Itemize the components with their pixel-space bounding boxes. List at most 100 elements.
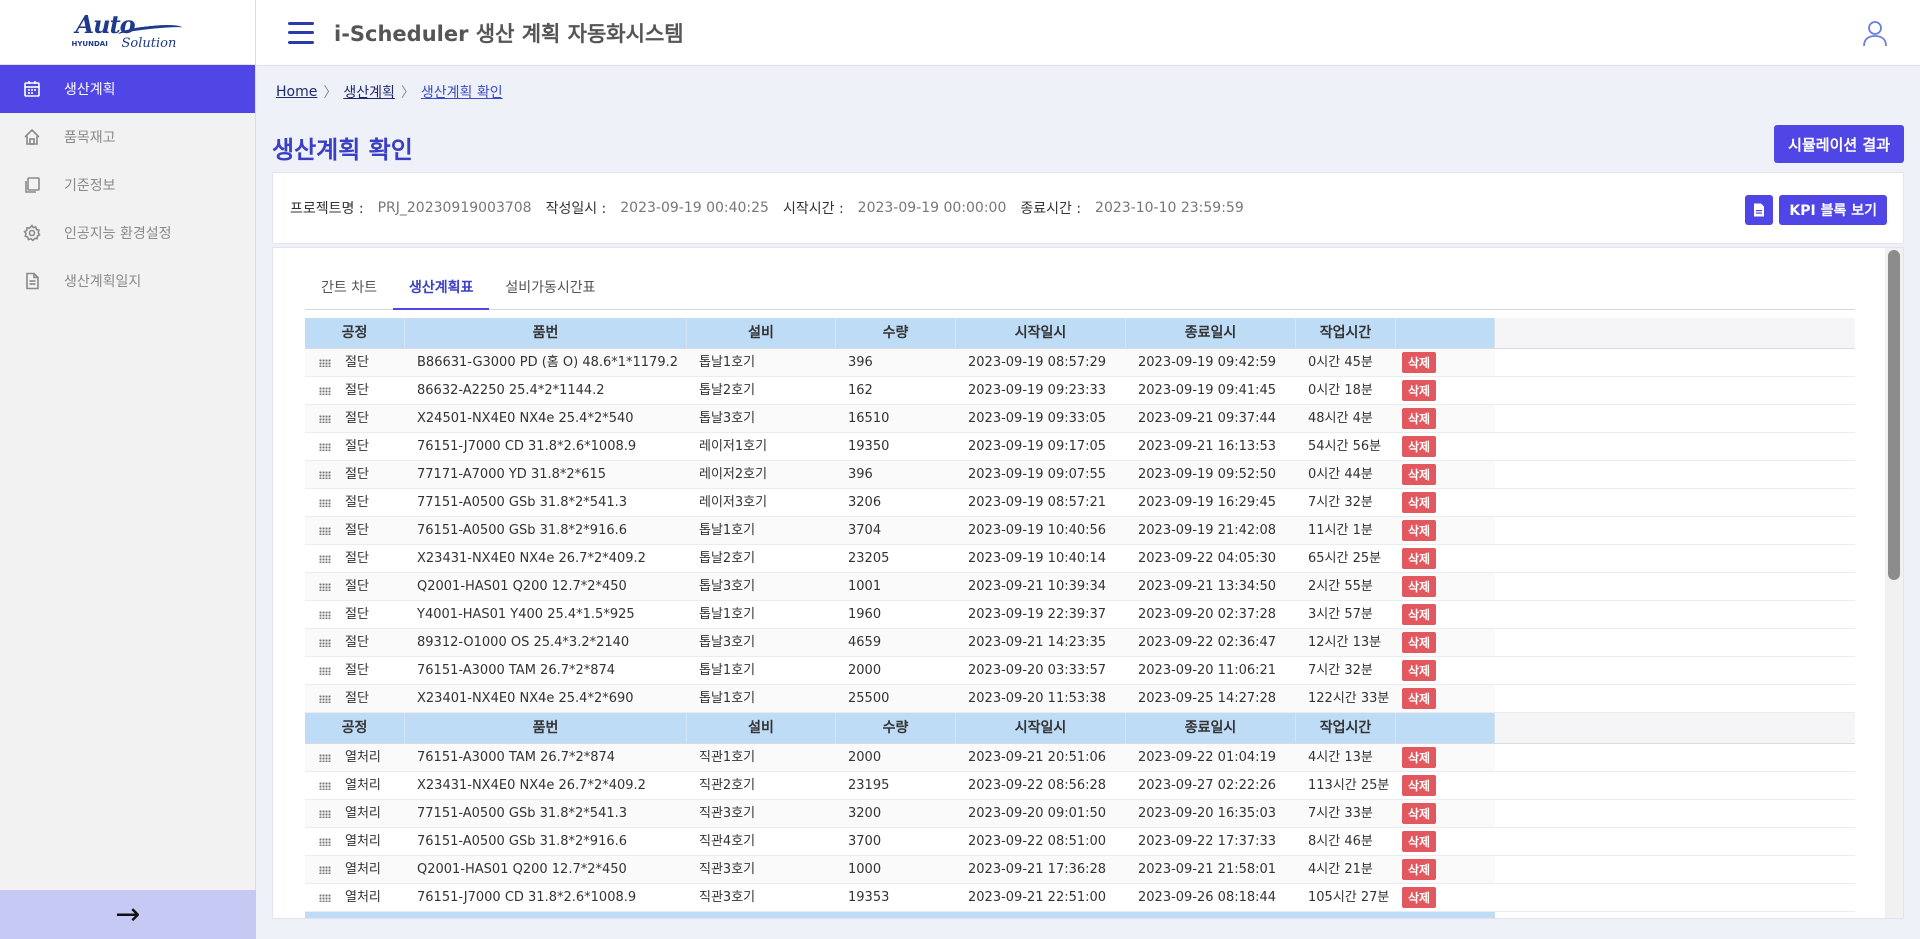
delete-button[interactable]: 삭제 (1402, 775, 1437, 796)
drag-handle-icon[interactable] (319, 471, 331, 479)
delete-button[interactable]: 삭제 (1402, 831, 1437, 852)
cell-work-time: 54시간 56분 (1296, 433, 1396, 460)
drag-handle-icon[interactable] (319, 667, 331, 675)
delete-button[interactable]: 삭제 (1402, 436, 1437, 457)
drag-handle-icon[interactable] (319, 838, 331, 846)
table-row[interactable]: 절단 89312-O1000 OS 25.4*3.2*2140 톱날3호기 4659 2… (305, 629, 1855, 657)
drag-handle-icon[interactable] (319, 810, 331, 818)
tab-production-plan-table[interactable]: 생산계획표 (392, 270, 490, 310)
table-row[interactable]: 절단 76151-J7000 CD 31.8*2.6*1008.9 레이저1호기 19… (305, 433, 1855, 461)
tab-gantt-chart[interactable]: 간트 차트 (305, 270, 393, 310)
delete-button[interactable]: 삭제 (1402, 688, 1437, 709)
drag-handle-icon[interactable] (319, 415, 331, 423)
cell-text: 2023-09-19 10:40:14 (968, 551, 1107, 566)
hamburger-menu-icon[interactable] (288, 21, 314, 44)
delete-button[interactable]: 삭제 (1402, 380, 1437, 401)
vertical-scrollbar[interactable] (1885, 248, 1903, 918)
drag-handle-icon[interactable] (319, 754, 331, 762)
cell-text: 0시간 44분 (1308, 467, 1373, 482)
table-row[interactable]: 절단 B86631-G3000 PD (홈 O) 48.6*1*1179.2 톱날1… (305, 349, 1855, 377)
table-row[interactable]: 열처리 76151-A0500 GSb 31.8*2*916.6 직관4호기 3700… (305, 828, 1855, 856)
delete-button[interactable]: 삭제 (1402, 660, 1437, 681)
drag-handle-icon[interactable] (319, 583, 331, 591)
table-row[interactable]: 열처리 X23431-NX4E0 NX4e 26.7*2*409.2 직관2호기 23… (305, 772, 1855, 800)
delete-button[interactable]: 삭제 (1402, 803, 1437, 824)
table-row[interactable]: 절단 X23431-NX4E0 NX4e 26.7*2*409.2 톱날2호기 232… (305, 545, 1855, 573)
cell-text: 2시간 55분 (1308, 579, 1373, 594)
column-header-work-time: 작업시간 (1296, 713, 1396, 743)
table-row[interactable]: 절단 Q2001-HAS01 Q200 12.7*2*450 톱날3호기 1001 20… (305, 573, 1855, 601)
delete-button[interactable]: 삭제 (1402, 632, 1437, 653)
delete-button[interactable]: 삭제 (1402, 859, 1437, 880)
kpi-block-view-button[interactable]: KPI 블록 보기 (1779, 195, 1887, 225)
table-row[interactable]: 절단 X23401-NX4E0 NX4e 25.4*2*690 톱날1호기 25500… (305, 685, 1855, 713)
breadcrumb-current[interactable]: 생산계획 확인 (421, 82, 503, 102)
table-row[interactable]: 절단 77151-A0500 GSb 31.8*2*541.3 레이저3호기 3206… (305, 489, 1855, 517)
delete-button[interactable]: 삭제 (1402, 887, 1437, 908)
drag-handle-icon[interactable] (319, 387, 331, 395)
table-row[interactable]: 절단 76151-A3000 TAM 26.7*2*874 톱날1호기 2000 202… (305, 657, 1855, 685)
scrollbar-thumb[interactable] (1888, 250, 1900, 580)
cell-part-number: X23431-NX4E0 NX4e 26.7*2*409.2 (405, 545, 687, 572)
tab-equipment-uptime-table[interactable]: 설비가동시간표 (489, 270, 611, 310)
delete-button[interactable]: 삭제 (1402, 548, 1437, 569)
table-row[interactable]: 열처리 76151-J7000 CD 31.8*2.6*1008.9 직관3호기 19… (305, 884, 1855, 912)
breadcrumb: Home 〉 생산계획 〉 생산계획 확인 (276, 82, 503, 102)
user-icon[interactable] (1860, 18, 1890, 48)
cell-text: 2023-09-21 21:58:01 (1138, 862, 1277, 877)
cell-quantity: 23205 (836, 545, 956, 572)
created-at-label: 작성일시 : (545, 201, 607, 217)
drag-handle-icon[interactable] (319, 894, 331, 902)
simulation-result-button[interactable]: 시뮬레이션 결과 (1774, 125, 1904, 163)
auto-solution-logo[interactable]: Auto HYUNDAI Solution (68, 10, 188, 52)
delete-button[interactable]: 삭제 (1402, 747, 1437, 768)
delete-button[interactable]: 삭제 (1402, 352, 1437, 373)
table-row[interactable]: 절단 86632-A2250 25.4*2*1144.2 톱날2호기 162 2023-… (305, 377, 1855, 405)
delete-button[interactable]: 삭제 (1402, 492, 1437, 513)
delete-button[interactable]: 삭제 (1402, 604, 1437, 625)
drag-handle-icon[interactable] (319, 359, 331, 367)
drag-handle-icon[interactable] (319, 527, 331, 535)
export-document-button[interactable] (1745, 195, 1774, 225)
table-row[interactable]: 절단 76151-A0500 GSb 31.8*2*916.6 톱날1호기 3704 2… (305, 517, 1855, 545)
delete-button[interactable]: 삭제 (1402, 464, 1437, 485)
drag-handle-icon[interactable] (319, 499, 331, 507)
table-row[interactable]: 절단 X24501-NX4E0 NX4e 25.4*2*540 톱날3호기 16510… (305, 405, 1855, 433)
table-row[interactable]: 절단 77171-A7000 YD 31.8*2*615 레이저2호기 396 2023… (305, 461, 1855, 489)
breadcrumb-home[interactable]: Home (276, 84, 317, 100)
drag-handle-icon[interactable] (319, 695, 331, 703)
sidebar-item-inventory[interactable]: 품목재고 (0, 113, 255, 161)
delete-button[interactable]: 삭제 (1402, 408, 1437, 429)
cell-text: 2000 (848, 750, 882, 765)
cell-process: 절단 (305, 601, 405, 628)
drag-handle-icon[interactable] (319, 866, 331, 874)
delete-button[interactable]: 삭제 (1402, 576, 1437, 597)
cell-text: 0시간 45분 (1308, 355, 1373, 370)
drag-handle-icon[interactable] (319, 555, 331, 563)
table-row[interactable]: 열처리 76151-A3000 TAM 26.7*2*874 직관1호기 2000 20… (305, 744, 1855, 772)
sidebar-item-ai-settings[interactable]: 인공지능 환경설정 (0, 209, 255, 257)
cell-work-time: 3시간 57분 (1296, 601, 1396, 628)
breadcrumb-production-plan[interactable]: 생산계획 (343, 82, 395, 102)
cell-text: 76151-A3000 TAM 26.7*2*874 (417, 750, 616, 765)
drag-handle-icon[interactable] (319, 611, 331, 619)
drag-handle-icon[interactable] (319, 639, 331, 647)
cell-text: 2023-09-27 02:22:26 (1138, 778, 1277, 793)
drag-handle-icon[interactable] (319, 782, 331, 790)
sidebar-item-production-plan[interactable]: 생산계획 (0, 65, 255, 113)
delete-button[interactable]: 삭제 (1402, 520, 1437, 541)
cell-quantity: 3704 (836, 517, 956, 544)
breadcrumb-chevron-icon: 〉 (400, 85, 415, 101)
cell-text: 톱날1호기 (699, 607, 756, 622)
cell-end-time: 2023-09-25 14:27:28 (1126, 685, 1296, 712)
sidebar-item-base-info[interactable]: 기준정보 (0, 161, 255, 209)
sidebar-collapse-arrow-icon[interactable]: → (0, 890, 256, 939)
table-row[interactable]: 열처리 Q2001-HAS01 Q200 12.7*2*450 직관3호기 1000 2… (305, 856, 1855, 884)
drag-handle-icon[interactable] (319, 443, 331, 451)
sidebar-item-plan-log[interactable]: 생산계획일지 (0, 257, 255, 305)
cell-end-time: 2023-09-20 02:37:28 (1126, 601, 1296, 628)
info-actions: KPI 블록 보기 (1745, 195, 1887, 225)
table-row[interactable]: 열처리 77151-A0500 GSb 31.8*2*541.3 직관3호기 3200… (305, 800, 1855, 828)
cell-work-time: 12시간 13분 (1296, 629, 1396, 656)
table-row[interactable]: 절단 Y4001-HAS01 Y400 25.4*1.5*925 톱날1호기 1960… (305, 601, 1855, 629)
